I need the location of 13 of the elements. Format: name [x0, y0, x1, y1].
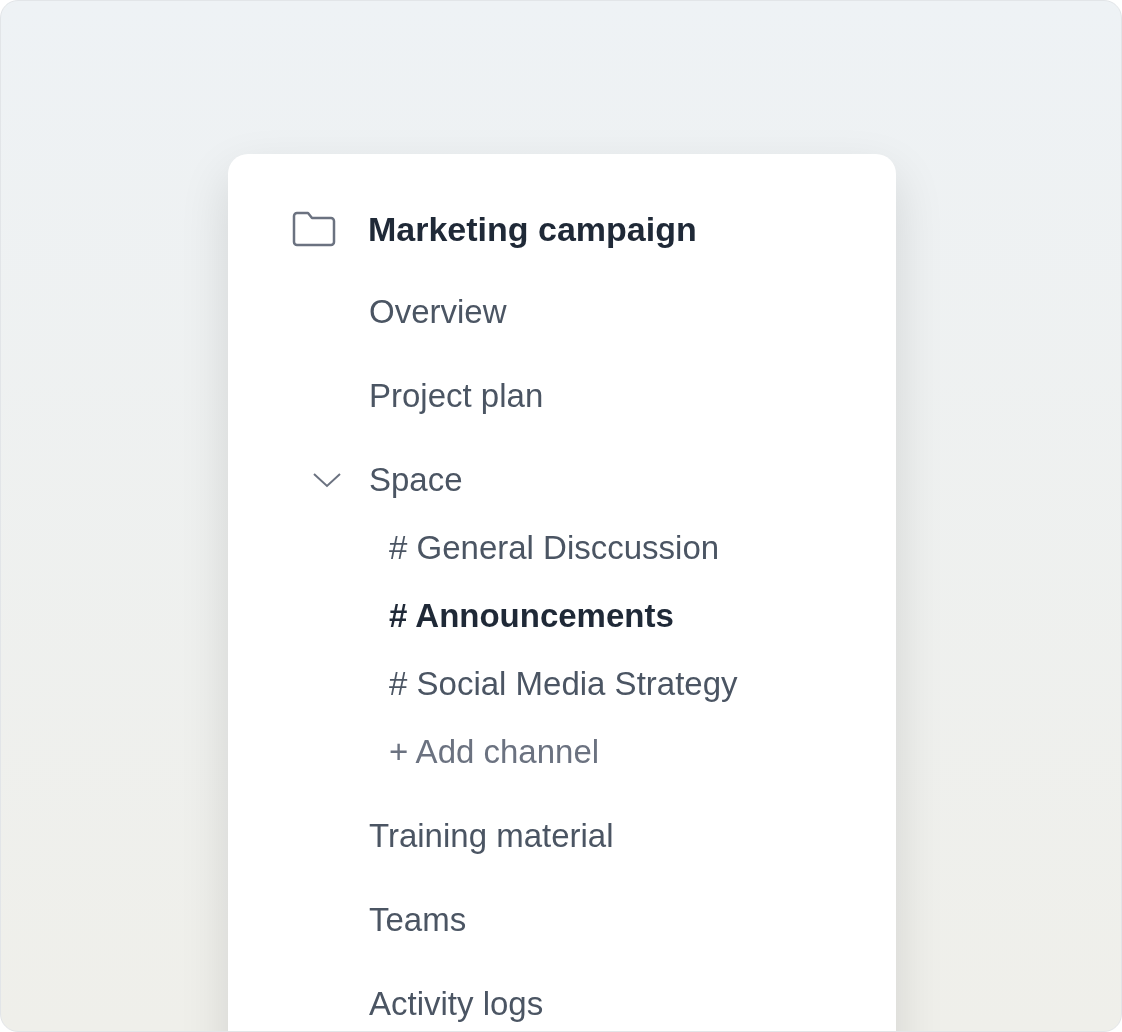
folder-icon: [291, 211, 337, 247]
sidebar-item[interactable]: Space: [369, 455, 463, 505]
sidebar-item[interactable]: Activity logs: [369, 979, 544, 1029]
sidebar-item[interactable]: Teams: [369, 895, 467, 945]
channel-item[interactable]: # Announcements: [389, 591, 674, 641]
sidebar-item[interactable]: Overview: [369, 287, 507, 337]
project-title[interactable]: Marketing campaign: [368, 209, 697, 249]
channel-item[interactable]: # Social Media Strategy: [389, 659, 738, 709]
channel-item[interactable]: # General Disccussion: [389, 523, 720, 573]
chevron-icon[interactable]: [312, 471, 342, 489]
sidebar-item[interactable]: Training material: [369, 811, 614, 861]
sidebar-item[interactable]: Project plan: [369, 371, 544, 421]
add-channel-link[interactable]: + Add channel: [389, 727, 600, 777]
